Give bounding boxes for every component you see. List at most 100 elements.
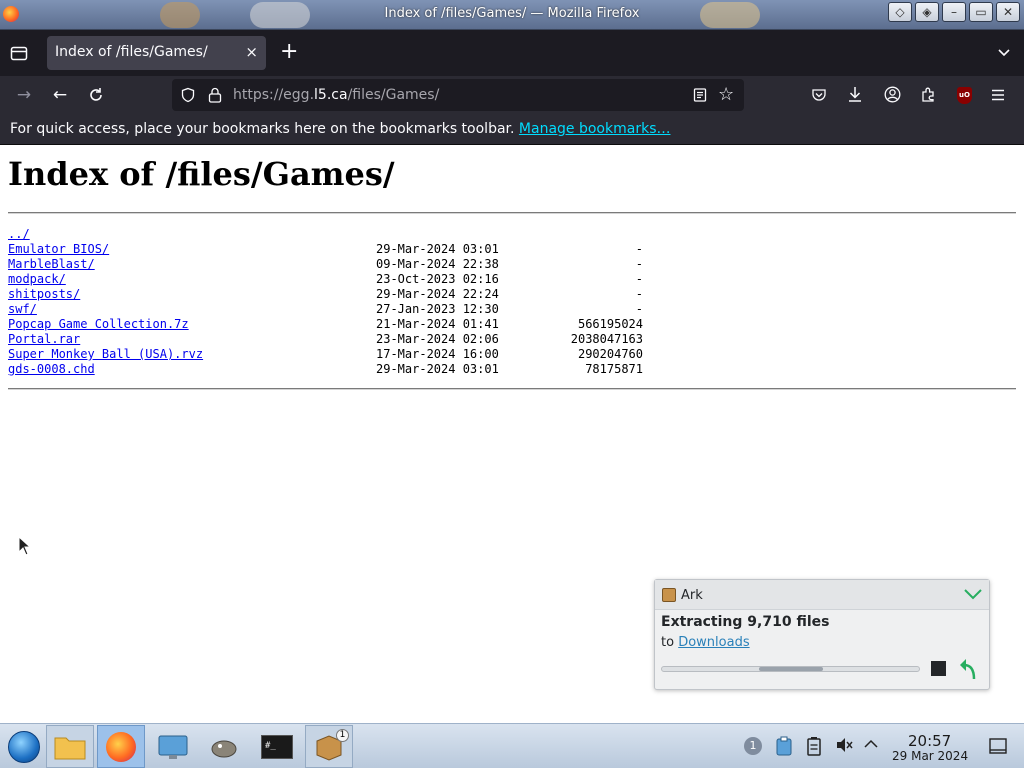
volume-muted-icon[interactable]	[835, 736, 853, 754]
battery-icon[interactable]	[806, 736, 822, 756]
ark-app-icon	[662, 588, 676, 602]
url-prefix: https://egg.	[233, 87, 315, 103]
terminal-icon: #_	[261, 734, 293, 759]
undo-arrow-icon[interactable]	[958, 657, 978, 681]
entry-link[interactable]: swf/	[8, 302, 37, 316]
ark-notification[interactable]: Ark Extracting 9,710 files to Downloads	[654, 579, 990, 690]
taskbar-file-manager[interactable]	[46, 725, 94, 768]
downloads-icon[interactable]	[847, 86, 863, 104]
entry-size: -	[635, 302, 643, 316]
notification-destination: to Downloads	[661, 635, 750, 650]
table-row: shitposts/ 29-Mar-2024 22:24 -	[8, 287, 648, 302]
page-heading: Index of /files/Games/	[8, 155, 395, 193]
entry-link[interactable]: Popcap Game Collection.7z	[8, 317, 189, 331]
extensions-icon[interactable]	[920, 86, 937, 103]
taskbar-gimp[interactable]	[200, 725, 248, 768]
entry-size: 290204760	[577, 347, 643, 361]
entry-size: -	[635, 272, 643, 286]
downloads-link[interactable]: Downloads	[678, 635, 749, 650]
entry-date: 29-Mar-2024 03:01	[376, 362, 499, 376]
show-desktop-icon[interactable]	[989, 738, 1007, 754]
pocket-icon[interactable]	[811, 87, 827, 103]
window-title: Index of /files/Games/ — Mozilla Firefox	[384, 6, 640, 21]
entry-size: 78175871	[585, 362, 643, 376]
entry-date: 29-Mar-2024 03:01	[376, 242, 499, 256]
navigation-toolbar: → ← https://egg.l5.ca/files/Games/ ☆	[0, 76, 1024, 114]
menu-icon[interactable]	[990, 87, 1006, 103]
ark-badge: 1	[336, 729, 349, 742]
bookmark-star-icon[interactable]: ☆	[718, 84, 734, 105]
taskbar-firefox[interactable]	[97, 725, 145, 768]
reader-view-icon[interactable]	[692, 87, 708, 103]
destination-prefix: to	[661, 635, 675, 650]
table-row: swf/ 27-Jan-2023 12:30 -	[8, 302, 648, 317]
taskbar-ark[interactable]: 1	[305, 725, 353, 768]
entry-size: -	[635, 257, 643, 271]
tray-badge[interactable]: 1	[744, 737, 762, 755]
parent-directory-link[interactable]: ../	[8, 227, 30, 241]
reload-icon[interactable]	[86, 85, 106, 105]
progress-fill	[759, 667, 823, 671]
url-path: /files/Games/	[347, 87, 440, 103]
entry-link[interactable]: gds-0008.chd	[8, 362, 95, 376]
entry-link[interactable]: MarbleBlast/	[8, 257, 95, 271]
extraction-progress-bar	[661, 666, 920, 672]
entry-size: -	[635, 287, 643, 301]
entry-link[interactable]: Portal.rar	[8, 332, 80, 346]
entry-date: 27-Jan-2023 12:30	[376, 302, 499, 316]
taskbar: #_ 1 1 20:57 29 Mar 2024	[0, 723, 1024, 768]
account-icon[interactable]	[884, 86, 901, 103]
maximize-button[interactable]: ▭	[969, 2, 993, 22]
tab-active[interactable]: Index of /files/Games/ ×	[47, 36, 266, 70]
ublock-origin-icon[interactable]: uO	[957, 87, 972, 104]
firefox-icon	[106, 731, 136, 762]
entry-size: 2038047163	[570, 332, 643, 346]
start-menu-button[interactable]	[0, 725, 48, 768]
tray-expand-icon[interactable]	[864, 739, 878, 749]
lock-icon[interactable]	[207, 86, 223, 104]
table-row: Super Monkey Ball (USA).rvz 17-Mar-2024 …	[8, 347, 648, 362]
clock-date[interactable]: 29 Mar 2024	[892, 749, 968, 763]
clipboard-icon[interactable]	[775, 736, 793, 756]
divider-bottom	[8, 388, 1016, 390]
entry-link[interactable]: Emulator BIOS/	[8, 242, 109, 256]
gimp-icon	[211, 740, 237, 757]
collapse-chevron-icon[interactable]	[963, 587, 983, 601]
entry-date: 23-Oct-2023 02:16	[376, 272, 499, 286]
entry-link[interactable]: modpack/	[8, 272, 66, 286]
table-row: Emulator BIOS/ 29-Mar-2024 03:01 -	[8, 242, 648, 257]
parent-directory-row: ../	[8, 227, 648, 242]
entry-date: 29-Mar-2024 22:24	[376, 287, 499, 301]
list-all-tabs-icon[interactable]	[996, 44, 1012, 60]
entry-link[interactable]: shitposts/	[8, 287, 80, 301]
divider-top	[8, 212, 1016, 214]
notification-app-name: Ark	[681, 588, 703, 603]
entry-size: -	[635, 242, 643, 256]
stop-button[interactable]	[931, 661, 946, 676]
table-row: Popcap Game Collection.7z 21-Mar-2024 01…	[8, 317, 648, 332]
back-icon[interactable]: ←	[50, 85, 70, 105]
manage-bookmarks-link[interactable]: Manage bookmarks…	[519, 121, 671, 137]
url-host: l5.ca	[314, 87, 348, 103]
taskbar-terminal[interactable]: #_	[253, 725, 301, 768]
bookmarks-hint-text: For quick access, place your bookmarks h…	[10, 121, 515, 137]
close-window-button[interactable]: ✕	[996, 2, 1020, 22]
keep-below-icon[interactable]: ◈	[915, 2, 939, 22]
bookmarks-toolbar: For quick access, place your bookmarks h…	[0, 114, 1024, 145]
taskbar-system-settings[interactable]	[149, 725, 197, 768]
address-bar[interactable]: https://egg.l5.ca/files/Games/ ☆	[172, 79, 744, 111]
entry-date: 23-Mar-2024 02:06	[376, 332, 499, 346]
url-text[interactable]: https://egg.l5.ca/files/Games/	[233, 87, 439, 103]
forward-icon[interactable]: →	[14, 85, 34, 105]
keep-above-icon[interactable]: ◇	[888, 2, 912, 22]
new-tab-button[interactable]: +	[280, 41, 298, 63]
folder-icon	[54, 737, 86, 759]
clock-time[interactable]: 20:57	[908, 732, 951, 750]
entry-link[interactable]: Super Monkey Ball (USA).rvz	[8, 347, 203, 361]
tracking-protection-icon[interactable]	[180, 87, 196, 103]
tab-close-icon[interactable]: ×	[245, 43, 258, 61]
minimize-button[interactable]: –	[942, 2, 966, 22]
entry-date: 09-Mar-2024 22:38	[376, 257, 499, 271]
firefox-view-icon[interactable]	[10, 44, 28, 62]
entry-size: 566195024	[577, 317, 643, 331]
